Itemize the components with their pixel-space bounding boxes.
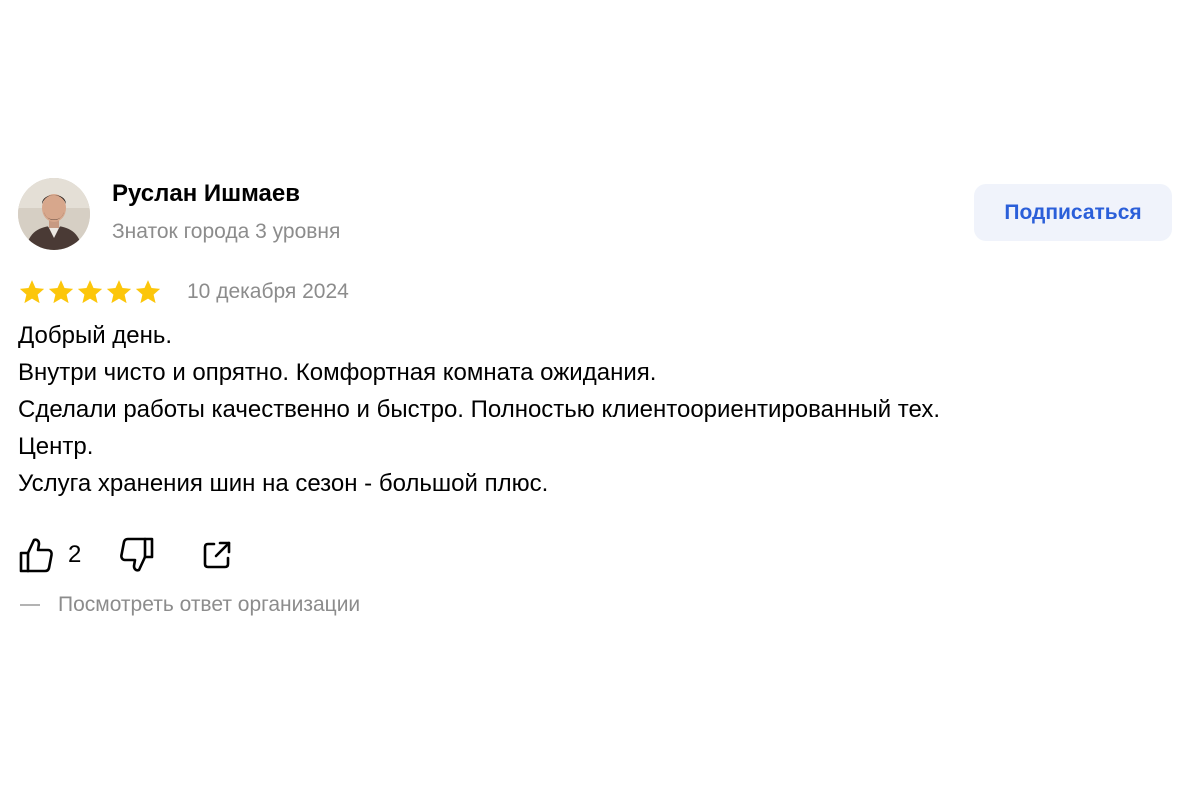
review-header: Руслан Ишмаев Знаток города 3 уровня Под… <box>18 176 1172 250</box>
review-text: Добрый день. Внутри чисто и опрятно. Комф… <box>18 317 1172 502</box>
like-count: 2 <box>68 541 82 568</box>
review-text-line: Услуга хранения шин на сезон - большой п… <box>18 470 549 497</box>
review-date: 10 декабря 2024 <box>187 280 349 303</box>
like-button[interactable]: 2 <box>18 536 81 574</box>
subscribe-button[interactable]: Подписаться <box>974 184 1172 241</box>
review-card: Руслан Ишмаев Знаток города 3 уровня Под… <box>18 176 1172 617</box>
author-level: Знаток города 3 уровня <box>112 220 341 243</box>
review-actions: 2 <box>18 533 1172 577</box>
org-response-label: Посмотреть ответ организации <box>58 593 361 616</box>
review-text-line: Внутри чисто и опрятно. Комфортная комна… <box>18 359 657 386</box>
avatar-image <box>18 178 90 250</box>
star-icon <box>106 280 132 304</box>
dash-divider <box>20 604 40 606</box>
rating-stars <box>18 278 162 306</box>
dislike-button[interactable] <box>119 536 155 574</box>
author-name[interactable]: Руслан Ишмаев <box>112 180 300 208</box>
view-org-response-link[interactable]: Посмотреть ответ организации <box>18 593 1172 617</box>
review-meta: 10 декабря 2024 <box>18 276 1172 308</box>
star-icon <box>77 280 103 304</box>
star-icon <box>135 280 161 304</box>
thumbs-up-icon <box>19 538 53 573</box>
avatar[interactable] <box>18 178 90 250</box>
share-button[interactable] <box>201 539 233 571</box>
review-text-line: Центр. <box>18 433 94 460</box>
review-text-line: Добрый день. <box>18 322 173 349</box>
star-icon <box>48 280 74 304</box>
share-icon <box>204 541 231 569</box>
review-text-line: Сделали работы качественно и быстро. Пол… <box>18 396 940 423</box>
thumbs-down-icon <box>120 537 154 572</box>
star-icon <box>19 280 45 304</box>
